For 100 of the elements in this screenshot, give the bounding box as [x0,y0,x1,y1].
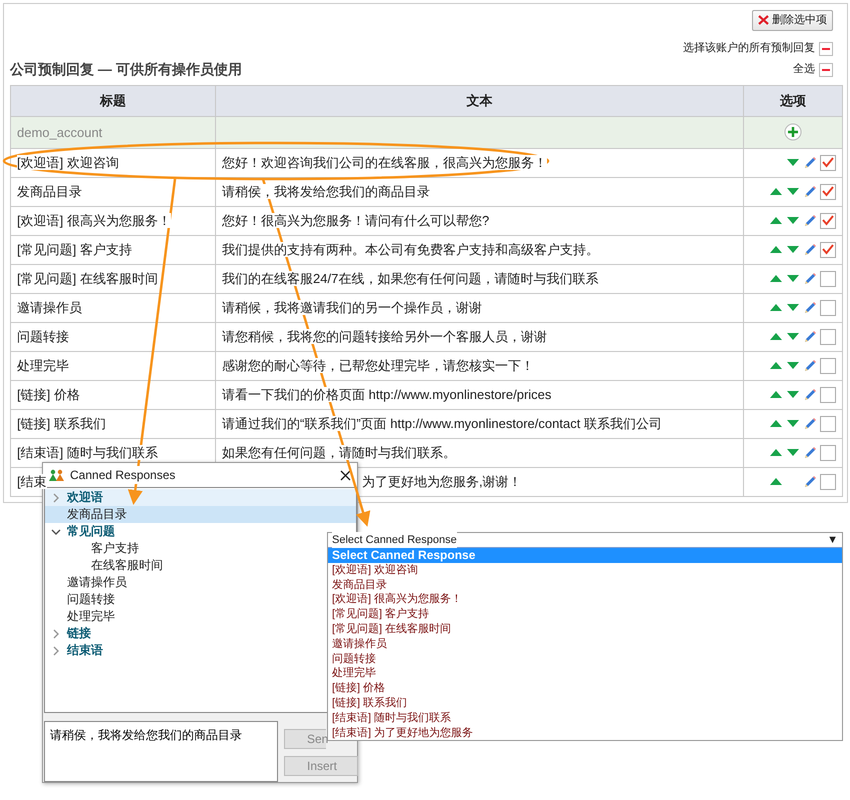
title-text: 发商品目录 [17,184,82,199]
move-up-icon[interactable] [770,246,782,253]
move-up-icon[interactable] [770,478,782,485]
row-checkbox[interactable] [820,328,836,344]
move-down-icon[interactable] [787,217,799,224]
tree-item[interactable]: 处理完毕 [45,608,119,625]
move-down-icon[interactable] [787,246,799,253]
dropdown-option[interactable]: [结束语] 为了更好地为您服务 [328,726,842,740]
dropdown-option[interactable]: [欢迎语] 欢迎咨询 [328,562,842,578]
expand-icon[interactable] [53,492,59,502]
response-text: 请看一下我们的价格页面 http://www.myonlinestore/prices [222,387,552,402]
account-name: demo_account [17,124,102,140]
edit-icon[interactable] [803,242,817,256]
edit-icon[interactable] [803,446,817,460]
dropdown-option[interactable]: [常见问题] 在线客服时间 [328,622,842,637]
close-icon[interactable] [340,470,351,480]
tree-group[interactable]: 欢迎语 [45,489,356,506]
title-text: 问题转接 [17,329,69,344]
title-text: 处理完毕 [17,358,69,373]
response-text: 我们的在线客服24/7在线，如果您有任何问题，请随时与我们联系 [222,271,598,286]
row-checkbox[interactable] [820,270,836,286]
response-text: 您好！欢迎咨询我们公司的在线客服，很高兴为您服务！ [222,155,547,170]
response-text: 您好！很高兴为您服务！请问有什么可以帮您? [222,213,490,228]
move-up-icon[interactable] [770,304,782,311]
dropdown-option[interactable]: [结束语] 随时与我们联系 [328,710,842,726]
tree-item[interactable]: 邀请操作员 [45,574,131,591]
move-down-icon[interactable] [787,449,799,456]
move-down-icon[interactable] [787,188,799,195]
people-icon [49,469,64,481]
title-text: [链接] 联系我们 [17,416,106,431]
tree-item[interactable]: 在线客服时间 [45,557,167,574]
dropdown-option[interactable]: 邀请操作员 [328,636,842,652]
tree-item[interactable]: 发商品目录 [45,506,356,523]
row-checkbox[interactable] [820,212,836,228]
edit-icon[interactable] [803,358,817,372]
edit-icon[interactable] [803,388,817,402]
move-down-icon[interactable] [787,391,799,398]
edit-icon[interactable] [803,214,817,228]
column-header: 选项 [744,85,842,116]
title-text: 邀请操作员 [17,300,82,315]
move-up-icon[interactable] [770,420,782,427]
title-text: [结束语] 随时与我们联系 [17,445,158,460]
tree-group[interactable]: 链接 [45,625,95,642]
dropdown-option[interactable]: 发商品目录 [328,578,842,592]
row-checkbox[interactable] [820,474,836,490]
edit-icon[interactable] [803,416,817,430]
collapse-icon[interactable] [51,528,61,534]
move-down-icon[interactable] [787,420,799,427]
row-checkbox[interactable] [820,300,836,316]
edit-icon[interactable] [803,156,817,170]
row-checkbox[interactable] [820,358,836,374]
dropdown-option[interactable]: 问题转接 [328,652,842,666]
dropdown-option[interactable]: [链接] 联系我们 [328,696,842,711]
message-field[interactable]: 请稍侯，我将发给您我们的商品目录 [44,721,278,782]
dropdown-option[interactable]: [欢迎语] 很高兴为您服务！ [328,592,842,608]
add-icon[interactable] [784,123,802,141]
delete-selected-button[interactable]: 删除选中项 [752,10,833,30]
title-text: [欢迎语] 欢迎咨询 [17,155,119,170]
edit-icon[interactable] [803,474,817,488]
move-down-icon[interactable] [787,159,799,166]
dropdown-option[interactable]: 处理完毕 [328,666,842,682]
toggle-button[interactable] [819,62,833,76]
move-up-icon[interactable] [770,188,782,195]
row-checkbox[interactable] [820,242,836,258]
row-checkbox[interactable] [820,416,836,432]
move-down-icon[interactable] [787,304,799,311]
move-down-icon[interactable] [787,275,799,282]
edit-icon[interactable] [803,272,817,286]
dropdown-option[interactable]: [常见问题] 客户支持 [328,607,842,622]
tree-item[interactable]: 问题转接 [45,591,119,608]
caret-icon: ▼ [827,532,838,548]
move-up-icon[interactable] [770,362,782,369]
title-text: [常见问题] 客户支持 [17,242,132,257]
row-checkbox[interactable] [820,154,836,170]
edit-icon[interactable] [803,330,817,344]
tree-group[interactable]: 结束语 [45,642,107,659]
toggle-button[interactable] [819,42,833,56]
section-heading: 公司预制回复 — 可供所有操作员使用 [10,60,242,79]
move-up-icon[interactable] [770,275,782,282]
move-up-icon[interactable] [770,333,782,340]
tree-item[interactable]: 客户支持 [45,540,143,557]
response-text: 请通过我们的“联系我们”页面 http://www.myonlinestore/contact 联系我们公司 [222,416,662,431]
move-up-icon[interactable] [770,391,782,398]
tree-group[interactable]: 常见问题 [45,523,119,540]
dropdown-option[interactable]: [链接] 价格 [328,681,842,696]
row-checkbox[interactable] [820,386,836,402]
title-text: [常见问题] 在线客服时间 [17,271,158,286]
row-checkbox[interactable] [820,444,836,460]
column-header: 标题 [10,85,216,116]
title-text: [欢迎语] 很高兴为您服务！ [17,213,171,228]
move-up-icon[interactable] [770,449,782,456]
move-down-icon[interactable] [787,362,799,369]
title-text: [链接] 价格 [17,387,80,402]
delete-icon [758,15,769,26]
edit-icon[interactable] [803,300,817,314]
move-up-icon[interactable] [770,217,782,224]
move-down-icon[interactable] [787,333,799,340]
response-text: 请稍候，我将邀请我们的另一个操作员，谢谢 [222,300,482,315]
row-checkbox[interactable] [820,184,836,200]
edit-icon[interactable] [803,184,817,198]
